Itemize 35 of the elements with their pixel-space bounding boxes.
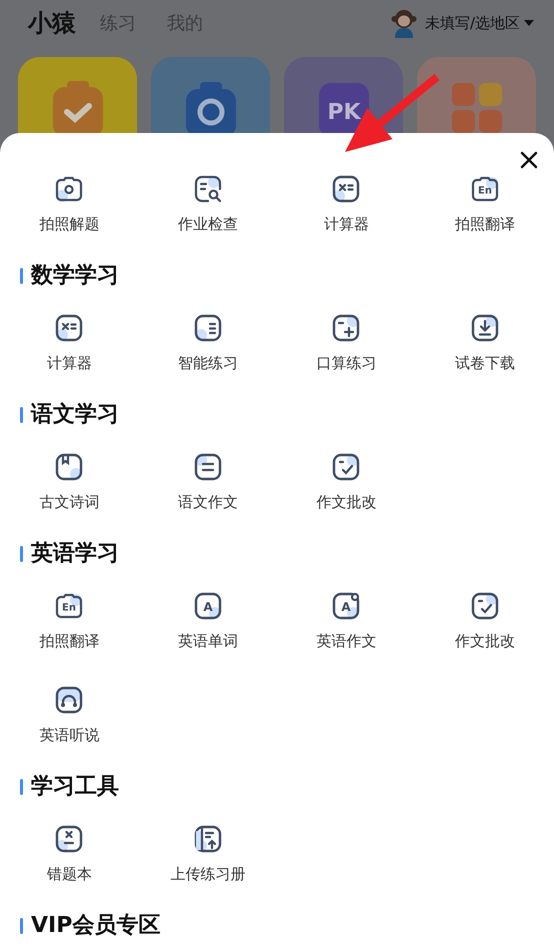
tool-button[interactable]: En 拍照翻译 xyxy=(39,590,100,651)
tool-button[interactable]: 作文批改 xyxy=(316,451,376,512)
feature-tile[interactable]: PK xyxy=(284,57,403,133)
section-title: 学习工具 xyxy=(31,773,119,801)
close-button[interactable] xyxy=(520,151,538,169)
tool-button[interactable]: En 拍照翻译 xyxy=(454,173,515,234)
region-selector[interactable]: 未填写/选地区 xyxy=(424,12,534,34)
tool-button[interactable]: 智能练习 xyxy=(178,312,238,373)
tool-button[interactable]: 作文批改 xyxy=(454,590,515,651)
tool-button[interactable]: 英语听说 xyxy=(39,684,100,745)
caret-icon xyxy=(524,20,534,26)
title-accent xyxy=(20,546,23,562)
tool-button[interactable]: 计算器 xyxy=(324,173,369,234)
tool-button[interactable]: 上传练习册 xyxy=(170,823,246,884)
section-title: 数学学习 xyxy=(31,262,119,290)
tool-button[interactable]: 语文作文 xyxy=(178,451,238,512)
title-accent xyxy=(20,268,23,284)
tool-button[interactable]: 拍照解题 xyxy=(39,173,100,234)
section-title: 英语学习 xyxy=(31,540,119,568)
title-accent xyxy=(20,918,23,934)
tool-button[interactable]: A 英语作文 xyxy=(316,590,376,651)
section-title: VIP会员专区 xyxy=(31,912,160,940)
title-accent xyxy=(20,779,23,795)
close-icon xyxy=(520,151,538,169)
section-title: 语文学习 xyxy=(31,401,119,429)
tool-button[interactable]: 试卷下载 xyxy=(454,312,515,373)
tool-button[interactable]: 错题本 xyxy=(46,823,92,884)
avatar-icon xyxy=(390,8,417,38)
tool-button[interactable]: 古文诗词 xyxy=(39,451,100,512)
title-accent xyxy=(20,407,23,423)
tool-button[interactable]: 作业检查 xyxy=(178,173,238,234)
tool-button[interactable]: 口算练习 xyxy=(316,312,376,373)
nav-tab[interactable]: 小猿 xyxy=(28,5,76,41)
tool-button[interactable]: A 英语单词 xyxy=(178,590,238,651)
tool-button[interactable]: 计算器 xyxy=(46,312,92,373)
